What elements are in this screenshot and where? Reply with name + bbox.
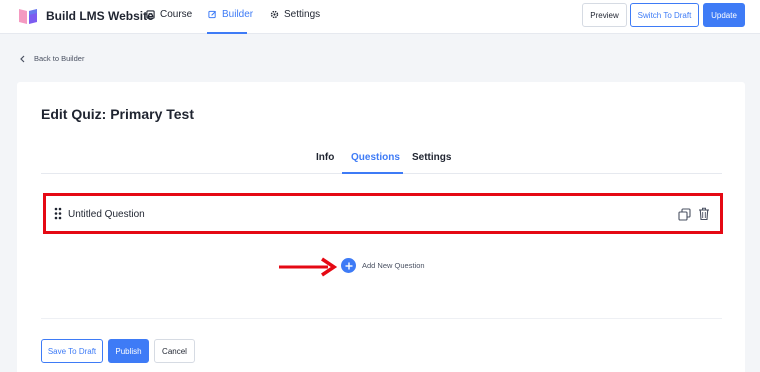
tab-settings[interactable]: Settings <box>412 152 451 163</box>
gear-icon <box>270 10 279 19</box>
edit-icon <box>208 10 217 19</box>
update-button[interactable]: Update <box>703 3 745 27</box>
cancel-button[interactable]: Cancel <box>154 339 195 363</box>
switch-to-draft-button[interactable]: Switch To Draft <box>630 3 699 27</box>
app-title: Build LMS Website <box>46 9 154 23</box>
chevron-left-icon <box>20 55 25 62</box>
preview-button[interactable]: Preview <box>582 3 627 27</box>
page-title: Edit Quiz: Primary Test <box>41 106 194 122</box>
footer-divider <box>41 318 722 319</box>
add-new-question-label: Add New Question <box>362 261 425 270</box>
trash-icon[interactable] <box>698 207 710 221</box>
plus-icon <box>341 258 356 273</box>
save-to-draft-button[interactable]: Save To Draft <box>41 339 103 363</box>
back-to-builder-link[interactable]: Back to Builder <box>20 54 84 63</box>
add-new-question-button[interactable]: Add New Question <box>341 258 425 273</box>
back-link-label: Back to Builder <box>34 54 85 63</box>
top-bar: Build LMS Website Course Builder Setting… <box>0 0 760 34</box>
tab-active-indicator <box>342 172 403 174</box>
nav-course-label: Course <box>160 9 193 20</box>
question-item[interactable]: Untitled Question <box>43 193 723 234</box>
course-icon <box>146 10 155 19</box>
nav-active-indicator <box>207 32 247 34</box>
arrow-right-icon <box>279 257 338 277</box>
nav-course[interactable]: Course <box>146 9 192 20</box>
tab-questions[interactable]: Questions <box>351 152 400 163</box>
publish-button[interactable]: Publish <box>108 339 149 363</box>
nav-builder[interactable]: Builder <box>208 9 253 20</box>
app-logo-icon <box>19 9 37 24</box>
nav-settings[interactable]: Settings <box>270 9 320 20</box>
tab-info[interactable]: Info <box>316 152 334 163</box>
nav-builder-label: Builder <box>222 9 254 20</box>
question-title: Untitled Question <box>68 209 145 220</box>
drag-handle-icon[interactable] <box>54 207 62 220</box>
nav-settings-label: Settings <box>284 9 321 20</box>
duplicate-icon[interactable] <box>678 208 691 221</box>
quiz-editor-card: Edit Quiz: Primary Test Info Questions S… <box>17 82 745 372</box>
